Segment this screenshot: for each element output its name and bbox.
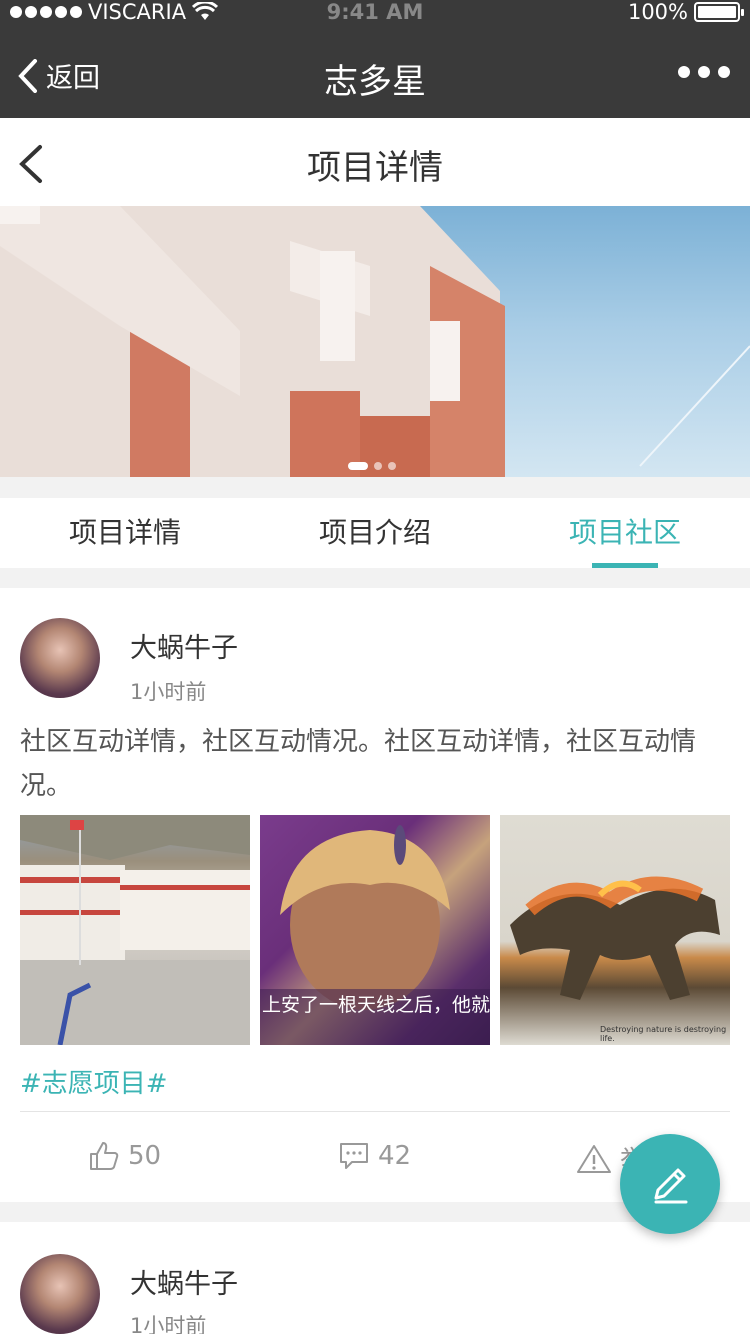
wechat-nav-bar: 返回 志多星 — [0, 30, 750, 118]
thumbs-up-icon — [90, 1142, 119, 1170]
warning-icon — [577, 1144, 611, 1173]
avatar[interactable] — [20, 1254, 100, 1334]
comment-button[interactable]: 42 — [338, 1140, 411, 1172]
battery-percent: 100% — [627, 0, 688, 24]
post-photo-school[interactable] — [20, 815, 250, 1045]
edit-pencil-icon — [654, 1168, 688, 1204]
tab-bar: 项目详情 项目介绍 项目社区 — [0, 498, 750, 568]
burning-creature-graphic — [510, 876, 720, 1000]
banner-pager — [348, 462, 396, 470]
tab-project-community[interactable]: 项目社区 — [500, 498, 750, 568]
app-title: 志多星 — [324, 62, 426, 102]
like-button[interactable]: 50 — [88, 1140, 161, 1172]
like-count: 50 — [128, 1141, 162, 1171]
pager-dot — [374, 462, 382, 470]
tab-project-detail[interactable]: 项目详情 — [0, 498, 250, 568]
post-photo-nature-poster[interactable]: Destroying nature is destroying life. — [500, 815, 730, 1045]
comment-count: 42 — [378, 1141, 412, 1171]
school-building-graphic — [20, 815, 250, 1045]
community-post: 大蜗牛子 1小时前 社区互动详情，社区互动情况。社区互动详情，社区互动情况。 上… — [0, 588, 750, 1202]
banner-building-image — [0, 206, 750, 477]
community-post: 大蜗牛子 1小时前 — [0, 1222, 750, 1334]
pager-dot-active — [348, 462, 368, 470]
page-header: 项目详情 — [0, 118, 750, 206]
post-topic-tag[interactable]: #志愿项目# — [20, 1063, 168, 1100]
page-title: 项目详情 — [307, 148, 443, 188]
top-bar: VISCARIA 9:41 AM 100% 返回 志多星 — [0, 0, 750, 118]
banner-carousel[interactable] — [0, 206, 750, 477]
post-photo-grid: 上安了一根天线之后，他就颜色 Destroying nature is dest… — [20, 815, 730, 1045]
tab-project-intro[interactable]: 项目介绍 — [250, 498, 500, 568]
compose-post-button[interactable] — [620, 1134, 720, 1234]
post-photo-portrait[interactable]: 上安了一根天线之后，他就颜色 — [260, 815, 490, 1045]
poster-note: Destroying nature is destroying life. — [600, 1025, 727, 1043]
pager-dot — [388, 462, 396, 470]
battery-icon — [694, 2, 744, 22]
comment-icon — [340, 1143, 368, 1169]
status-bar: VISCARIA 9:41 AM 100% — [0, 0, 750, 24]
avatar[interactable] — [20, 618, 100, 698]
post-divider — [20, 1111, 730, 1112]
post-time: 1小时前 — [130, 680, 207, 704]
post-author[interactable]: 大蜗牛子 — [130, 1262, 238, 1301]
post-content: 社区互动详情，社区互动情况。社区互动详情，社区互动情况。 — [20, 727, 697, 801]
photo-caption: 上安了一根天线之后，他就颜色 — [260, 989, 490, 1045]
post-author[interactable]: 大蜗牛子 — [130, 626, 238, 665]
post-time: 1小时前 — [130, 1314, 207, 1334]
more-menu-icon[interactable] — [678, 66, 730, 78]
